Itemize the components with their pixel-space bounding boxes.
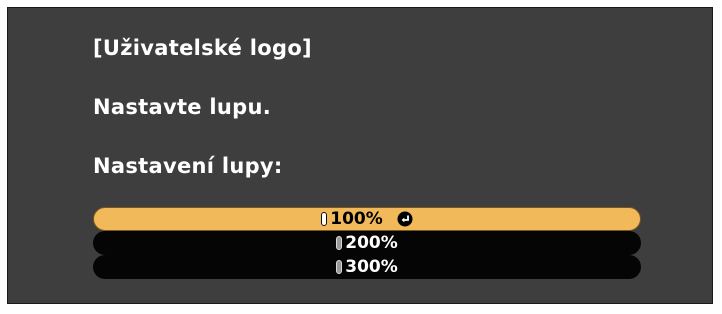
- zoom-option-200[interactable]: 200%: [93, 231, 641, 255]
- zoom-setting-label: Nastavení lupy:: [93, 154, 283, 178]
- zoom-option-100[interactable]: 100%: [93, 207, 641, 231]
- zoom-dialog: [Uživatelské logo] Nastavte lupu. Nastav…: [7, 7, 713, 304]
- dialog-title: [Uživatelské logo]: [93, 36, 312, 60]
- zoom-option-label: 200%: [345, 233, 398, 253]
- zoom-option-label: 100%: [330, 209, 383, 229]
- instruction-text: Nastavte lupu.: [93, 95, 272, 119]
- zoom-option-label: 300%: [345, 257, 398, 277]
- selection-marker-icon: [321, 212, 328, 226]
- zoom-option-300[interactable]: 300%: [93, 255, 641, 279]
- selection-marker-icon: [336, 260, 343, 274]
- selection-marker-icon: [336, 236, 343, 250]
- zoom-options-list: 100% 200% 300%: [93, 207, 641, 279]
- enter-icon: [397, 211, 413, 227]
